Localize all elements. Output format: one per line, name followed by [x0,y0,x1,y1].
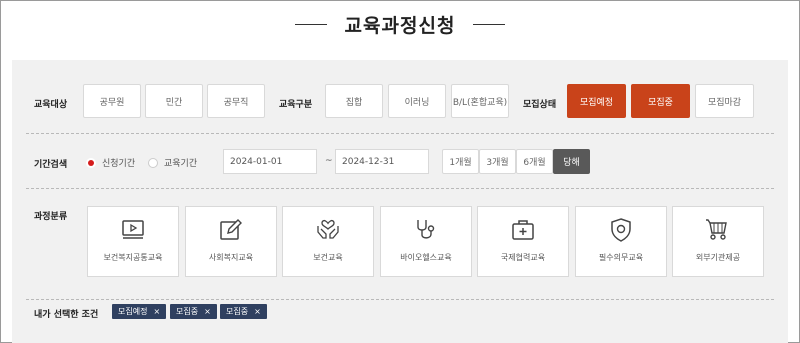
selected-tag: 모집중 × [170,304,217,319]
title-left-rule [294,23,327,25]
target-option-public-servant[interactable]: 공무원 [83,84,141,118]
course-card-label: 외부기관제공 [695,253,741,262]
course-card-label: 보건복지공통교육 [103,253,163,262]
radio-checked-icon [86,157,96,168]
filter-row-course-category: 과정분류 보건복지공통교육 사회복지교육 보건교육 바이오헬스교육 국제협력교육… [12,188,788,299]
status-option-upcoming[interactable]: 모집예정 [567,84,626,118]
course-card-health[interactable]: 보건교육 [282,206,374,277]
selected-tag-label: 모집중 [176,307,199,316]
category-option-elearning[interactable]: 이러닝 [388,84,446,118]
radio-education-period-label: 교육기간 [164,159,198,169]
course-card-social-welfare[interactable]: 사회복지교육 [185,206,277,277]
course-card-international[interactable]: 국제협력교육 [477,206,569,277]
remove-tag-icon[interactable]: × [153,307,160,316]
hands-heart-icon [317,219,339,239]
target-option-private[interactable]: 민간 [145,84,203,118]
filter-row-target-category-status: 교육대상 공무원 민간 공무직 교육구분 집합 이러닝 B/L(혼합교육) 모집… [12,60,788,133]
course-card-common-welfare[interactable]: 보건복지공통교육 [87,206,179,277]
radio-unchecked-icon [148,157,158,168]
category-option-blended[interactable]: B/L(혼합교육) [451,84,509,118]
selected-tag-label: 모집예정 [118,307,148,316]
course-card-external[interactable]: 외부기관제공 [672,206,764,277]
radio-education-period[interactable]: 교육기간 [148,156,197,169]
stroller-icon [706,219,727,240]
status-option-open[interactable]: 모집중 [631,84,690,118]
selected-tag: 모집예정 × [112,304,167,319]
course-card-label: 바이오헬스교육 [400,253,452,262]
status-option-closed[interactable]: 모집마감 [695,84,754,118]
status-label: 모집상태 [523,100,557,110]
selected-tag-label: 모집중 [226,307,249,316]
course-card-label: 사회복지교육 [208,253,254,262]
edit-icon [220,219,242,240]
course-card-biohealth[interactable]: 바이오헬스교육 [380,206,472,277]
radio-application-period-label: 신청기간 [102,159,136,169]
video-play-icon [122,220,144,239]
selected-conditions-row: 내가 선택한 조건 모집예정 × 모집중 × 모집중 × [12,299,788,343]
selected-tag: 모집중 × [220,304,267,319]
remove-tag-icon[interactable]: × [254,307,261,316]
radio-application-period[interactable]: 신청기간 [86,156,135,169]
first-aid-kit-icon [512,220,534,240]
course-card-mandatory[interactable]: 필수의무교육 [575,206,667,277]
category-option-classroom[interactable]: 집합 [325,84,383,118]
quick-range-this-year[interactable]: 당해 [553,149,590,174]
course-card-label: 보건교육 [313,253,343,262]
end-date-input[interactable]: 2024-12-31 [335,149,429,174]
quick-range-6-months[interactable]: 6개월 [516,149,553,174]
date-separator: ~ [325,156,333,166]
start-date-input[interactable]: 2024-01-01 [223,149,317,174]
stethoscope-icon [417,220,435,239]
category-label: 교육구분 [279,100,313,110]
period-label: 기간검색 [34,160,68,170]
search-filter-panel: 교육대상 공무원 민간 공무직 교육구분 집합 이러닝 B/L(혼합교육) 모집… [12,60,788,343]
shield-icon [611,218,631,242]
target-label: 교육대상 [34,100,68,110]
page-title: 교육과정신청 [344,14,456,37]
selected-conditions-label: 내가 선택한 조건 [34,310,99,320]
title-right-rule [473,23,506,25]
course-card-label: 필수의무교육 [598,253,644,262]
target-option-civil-worker[interactable]: 공무직 [207,84,265,118]
quick-range-3-months[interactable]: 3개월 [479,149,516,174]
remove-tag-icon[interactable]: × [204,307,211,316]
quick-range-1-month[interactable]: 1개월 [442,149,479,174]
course-category-label: 과정분류 [34,212,68,222]
course-card-label: 국제협력교육 [500,253,546,262]
page-header: 교육과정신청 [0,0,800,48]
filter-row-period: 기간검색 신청기간 교육기간 2024-01-01 ~ 2024-12-31 1… [12,133,788,188]
